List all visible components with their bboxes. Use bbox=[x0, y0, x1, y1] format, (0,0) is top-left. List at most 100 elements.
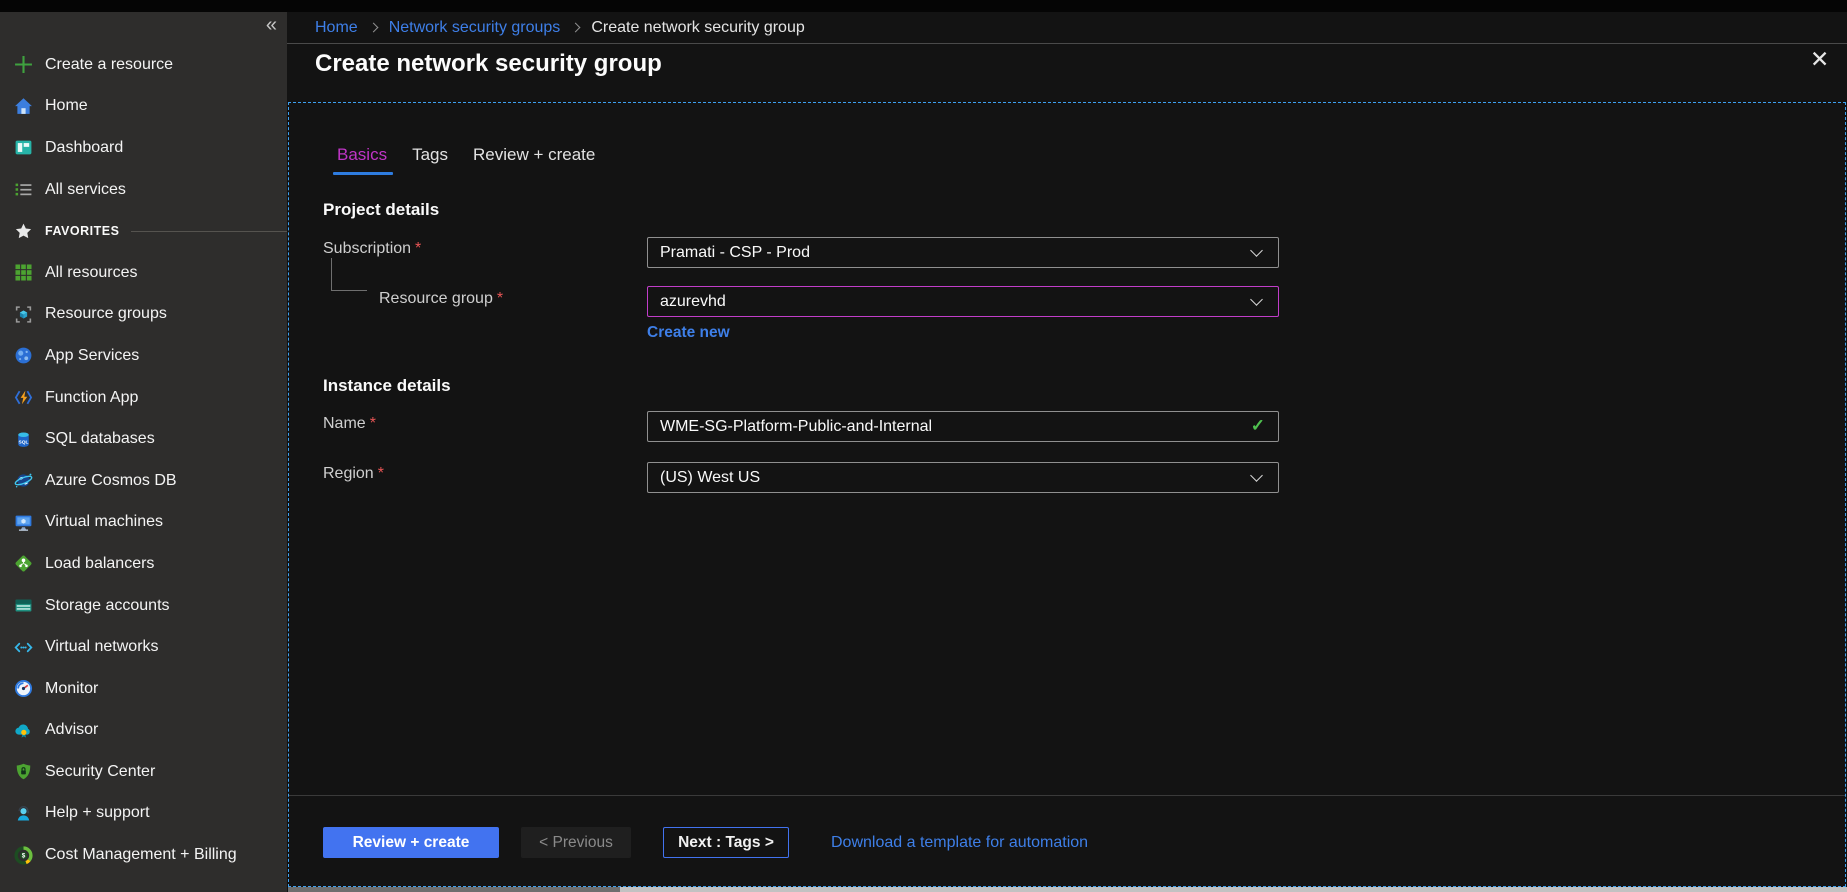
required-asterisk: * bbox=[497, 290, 503, 307]
region-label: Region* bbox=[323, 465, 384, 483]
sidebar-item-label: Resource groups bbox=[45, 305, 167, 323]
security-center-shield-icon bbox=[13, 762, 33, 781]
home-icon bbox=[13, 97, 33, 116]
sidebar-item-app-services[interactable]: App Services bbox=[0, 335, 287, 377]
breadcrumb: Home Network security groups Create netw… bbox=[315, 12, 805, 43]
sidebar-item-function-app[interactable]: Function App bbox=[0, 377, 287, 419]
previous-button[interactable]: < Previous bbox=[521, 827, 631, 858]
sidebar-section-label: FAVORITES bbox=[45, 224, 119, 238]
sidebar-item-label: Home bbox=[45, 97, 88, 115]
create-new-link[interactable]: Create new bbox=[647, 324, 730, 342]
sidebar-item-label: Virtual networks bbox=[45, 638, 159, 656]
sidebar: « Create a resource Home Dashboard bbox=[0, 12, 287, 892]
sidebar-item-label: Help + support bbox=[45, 804, 150, 822]
horizontal-scrollbar-thumb[interactable] bbox=[620, 887, 1847, 892]
sidebar-item-security-center[interactable]: Security Center bbox=[0, 751, 287, 793]
sidebar-nav: Create a resource Home Dashboard All ser… bbox=[0, 44, 287, 876]
indent-connector-vertical bbox=[331, 258, 332, 291]
chevron-down-icon bbox=[1250, 293, 1263, 306]
sidebar-item-label: Security Center bbox=[45, 763, 155, 781]
sql-databases-icon: SQL bbox=[13, 430, 33, 449]
sidebar-item-label: Storage accounts bbox=[45, 597, 170, 615]
sidebar-section-favorites: FAVORITES bbox=[0, 210, 287, 252]
review-create-button[interactable]: Review + create bbox=[323, 827, 499, 858]
sidebar-item-dashboard[interactable]: Dashboard bbox=[0, 127, 287, 169]
sidebar-item-label: Azure Cosmos DB bbox=[45, 472, 177, 490]
resource-group-label: Resource group* bbox=[379, 290, 503, 308]
tab-review-create[interactable]: Review + create bbox=[471, 145, 597, 175]
sidebar-item-resource-groups[interactable]: Resource groups bbox=[0, 294, 287, 336]
top-bar bbox=[0, 0, 1847, 12]
sidebar-item-label: All resources bbox=[45, 264, 137, 282]
sidebar-item-storage-accounts[interactable]: Storage accounts bbox=[0, 585, 287, 627]
sidebar-item-sql-databases[interactable]: SQL SQL databases bbox=[0, 418, 287, 460]
active-tab-underline bbox=[333, 172, 393, 175]
resource-group-dropdown[interactable]: azurevhd bbox=[647, 286, 1279, 317]
collapse-sidebar-icon[interactable]: « bbox=[266, 14, 277, 37]
breadcrumb-current: Create network security group bbox=[591, 19, 804, 37]
chevron-right-icon bbox=[571, 23, 581, 33]
virtual-networks-icon bbox=[13, 638, 33, 657]
sidebar-item-monitor[interactable]: Monitor bbox=[0, 668, 287, 710]
horizontal-scrollbar-track[interactable] bbox=[288, 887, 1847, 892]
name-label: Name* bbox=[323, 415, 376, 433]
dashboard-icon bbox=[13, 138, 33, 157]
create-resource-plus-icon bbox=[13, 55, 33, 74]
sidebar-item-load-balancers[interactable]: Load balancers bbox=[0, 543, 287, 585]
sidebar-item-label: Create a resource bbox=[45, 56, 173, 74]
resource-group-value: azurevhd bbox=[660, 293, 726, 311]
breadcrumb-home-link[interactable]: Home bbox=[315, 19, 358, 37]
valid-check-icon: ✓ bbox=[1251, 416, 1265, 436]
region-value: (US) West US bbox=[660, 469, 760, 487]
all-resources-grid-icon bbox=[13, 263, 33, 282]
sidebar-item-azure-cosmos-db[interactable]: Azure Cosmos DB bbox=[0, 460, 287, 502]
sidebar-item-create-a-resource[interactable]: Create a resource bbox=[0, 44, 287, 86]
sidebar-item-label: All services bbox=[45, 181, 126, 199]
sidebar-item-label: Cost Management + Billing bbox=[45, 846, 237, 864]
subscription-label: Subscription* bbox=[323, 240, 421, 258]
function-app-lightning-icon bbox=[13, 388, 33, 407]
subscription-value: Pramati - CSP - Prod bbox=[660, 244, 810, 262]
sidebar-item-label: Dashboard bbox=[45, 139, 123, 157]
required-asterisk: * bbox=[378, 465, 384, 482]
app-services-globe-icon bbox=[13, 346, 33, 365]
subscription-dropdown[interactable]: Pramati - CSP - Prod bbox=[647, 237, 1279, 268]
sidebar-item-all-resources[interactable]: All resources bbox=[0, 252, 287, 294]
required-asterisk: * bbox=[370, 415, 376, 432]
download-template-link[interactable]: Download a template for automation bbox=[831, 834, 1088, 852]
required-asterisk: * bbox=[415, 240, 421, 257]
region-dropdown[interactable]: (US) West US bbox=[647, 462, 1279, 493]
section-heading-project-details: Project details bbox=[323, 200, 439, 220]
sidebar-item-label: Advisor bbox=[45, 721, 98, 739]
sidebar-item-label: Virtual machines bbox=[45, 513, 163, 531]
breadcrumb-network-security-groups-link[interactable]: Network security groups bbox=[389, 19, 561, 37]
tab-bar: Basics Tags Review + create bbox=[335, 145, 597, 175]
sidebar-item-all-services[interactable]: All services bbox=[0, 169, 287, 211]
sidebar-item-label: Function App bbox=[45, 389, 138, 407]
next-tags-button[interactable]: Next : Tags > bbox=[663, 827, 789, 858]
close-icon[interactable]: ✕ bbox=[1810, 46, 1829, 73]
azure-portal-screen: « Create a resource Home Dashboard bbox=[0, 0, 1847, 892]
sidebar-item-home[interactable]: Home bbox=[0, 86, 287, 128]
svg-text:SQL: SQL bbox=[18, 439, 28, 445]
sidebar-item-cost-management-billing[interactable]: $ Cost Management + Billing bbox=[0, 834, 287, 876]
footer-divider bbox=[289, 795, 1845, 796]
svg-text:$: $ bbox=[21, 852, 25, 859]
all-services-list-icon bbox=[13, 180, 33, 199]
tab-basics[interactable]: Basics bbox=[335, 145, 389, 175]
basics-tab-panel: Basics Tags Review + create Project deta… bbox=[288, 102, 1846, 887]
tab-tags[interactable]: Tags bbox=[410, 145, 450, 175]
sidebar-item-help-support[interactable]: Help + support bbox=[0, 793, 287, 835]
favorites-star-icon bbox=[13, 222, 33, 241]
sidebar-item-virtual-machines[interactable]: Virtual machines bbox=[0, 502, 287, 544]
sidebar-item-advisor[interactable]: Advisor bbox=[0, 710, 287, 752]
help-support-person-icon bbox=[13, 804, 33, 823]
advisor-cloud-icon bbox=[13, 721, 33, 740]
storage-accounts-icon bbox=[13, 596, 33, 615]
cost-management-donut-icon: $ bbox=[13, 846, 33, 865]
sidebar-item-label: Monitor bbox=[45, 680, 98, 698]
name-input[interactable]: WME-SG-Platform-Public-and-Internal ✓ bbox=[647, 411, 1279, 442]
sidebar-item-virtual-networks[interactable]: Virtual networks bbox=[0, 626, 287, 668]
name-value: WME-SG-Platform-Public-and-Internal bbox=[660, 418, 932, 436]
chevron-right-icon bbox=[368, 23, 378, 33]
